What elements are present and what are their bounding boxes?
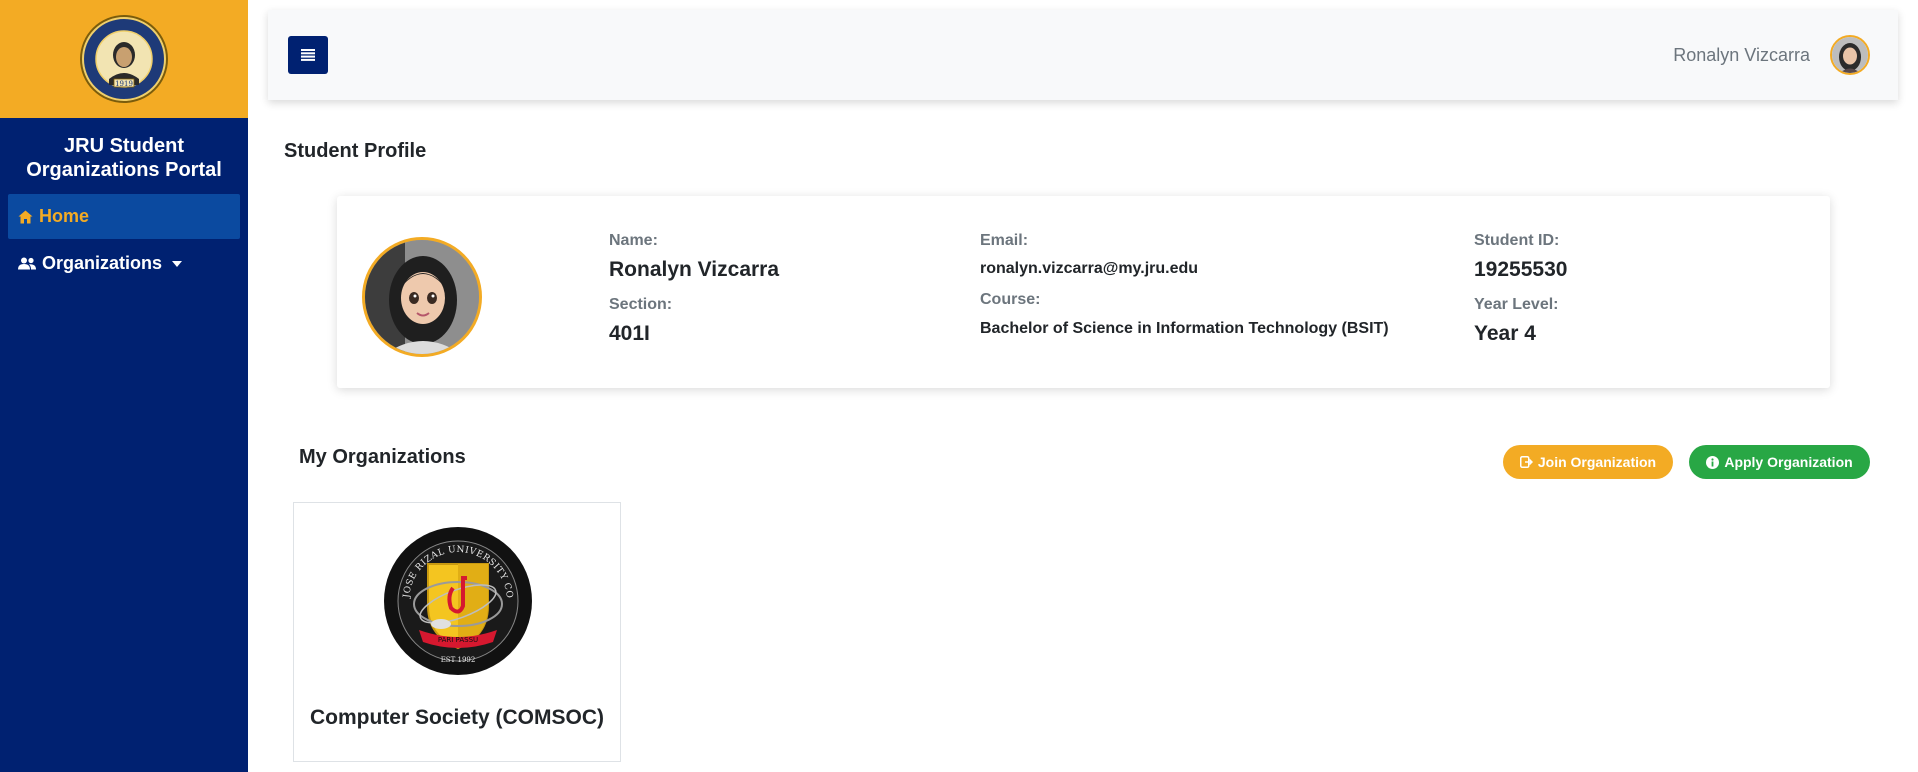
sign-in-icon [1519,456,1533,468]
chevron-down-icon [172,260,183,267]
year-level-label: Year Level: [1474,296,1559,313]
sidebar-toggle-button[interactable] [288,36,328,74]
home-icon [18,210,33,223]
student-email: ronalyn.vizcarra@my.jru.edu [980,260,1199,277]
join-organization-button[interactable]: Join Organization [1503,445,1673,479]
profile-photo [365,240,479,354]
university-seal-logo[interactable]: 1919 [78,13,170,105]
sidebar-item-organizations[interactable]: Organizations [8,241,240,286]
student-name: Ronalyn Vizcarra [609,258,780,281]
student-id: 19255530 [1474,258,1568,281]
name-label: Name: [609,232,658,249]
sidebar: 1919 JRU Student Organizations Portal Ho… [0,0,248,772]
sidebar-logo-area: 1919 [0,0,248,118]
student-course: Bachelor of Science in Information Techn… [980,320,1389,337]
sidebar-item-home[interactable]: Home [8,194,240,239]
page-title: Student Profile [284,140,427,162]
svg-text:EST 1992: EST 1992 [441,656,476,664]
svg-text:PARI PASSU: PARI PASSU [438,636,478,644]
portal-brand-title: JRU Student Organizations Portal [26,135,222,181]
email-label: Email: [980,232,1029,249]
info-circle-icon [1706,455,1720,469]
menu-icon [301,49,315,61]
student-section: 401I [609,322,650,345]
organization-name: Computer Society (COMSOC) [309,706,605,729]
avatar-image [1832,37,1868,73]
section-label: Section: [609,296,673,313]
sidebar-item-label: Home [39,206,90,226]
sidebar-nav: Home Organizations [0,194,248,286]
apply-organization-label: Apply Organization [1724,454,1853,470]
app-root: 1919 JRU Student Organizations Portal Ho… [0,0,1918,772]
user-menu[interactable]: Ronalyn Vizcarra [1673,35,1870,75]
profile-avatar [362,237,482,357]
comsoc-logo: JOSE RIZAL UNIVERSITY COMPUTER SOCIETY P… [383,526,532,675]
course-label: Course: [980,291,1041,308]
apply-organization-button[interactable]: Apply Organization [1689,445,1870,479]
svg-text:1919: 1919 [115,80,133,88]
users-icon [18,257,36,270]
sidebar-item-label: Organizations [42,253,163,273]
topbar-user-name: Ronalyn Vizcarra [1673,44,1810,65]
join-organization-label: Join Organization [1537,454,1657,470]
student-id-label: Student ID: [1474,232,1560,249]
organization-card[interactable]: JOSE RIZAL UNIVERSITY COMPUTER SOCIETY P… [293,502,621,762]
student-year-level: Year 4 [1474,322,1536,345]
student-profile-card: Name: Ronalyn Vizcarra Section: 401I Ema… [337,196,1830,388]
top-navbar: Ronalyn Vizcarra [268,10,1898,100]
avatar[interactable] [1830,35,1870,75]
organizations-title: My Organizations [299,446,466,468]
